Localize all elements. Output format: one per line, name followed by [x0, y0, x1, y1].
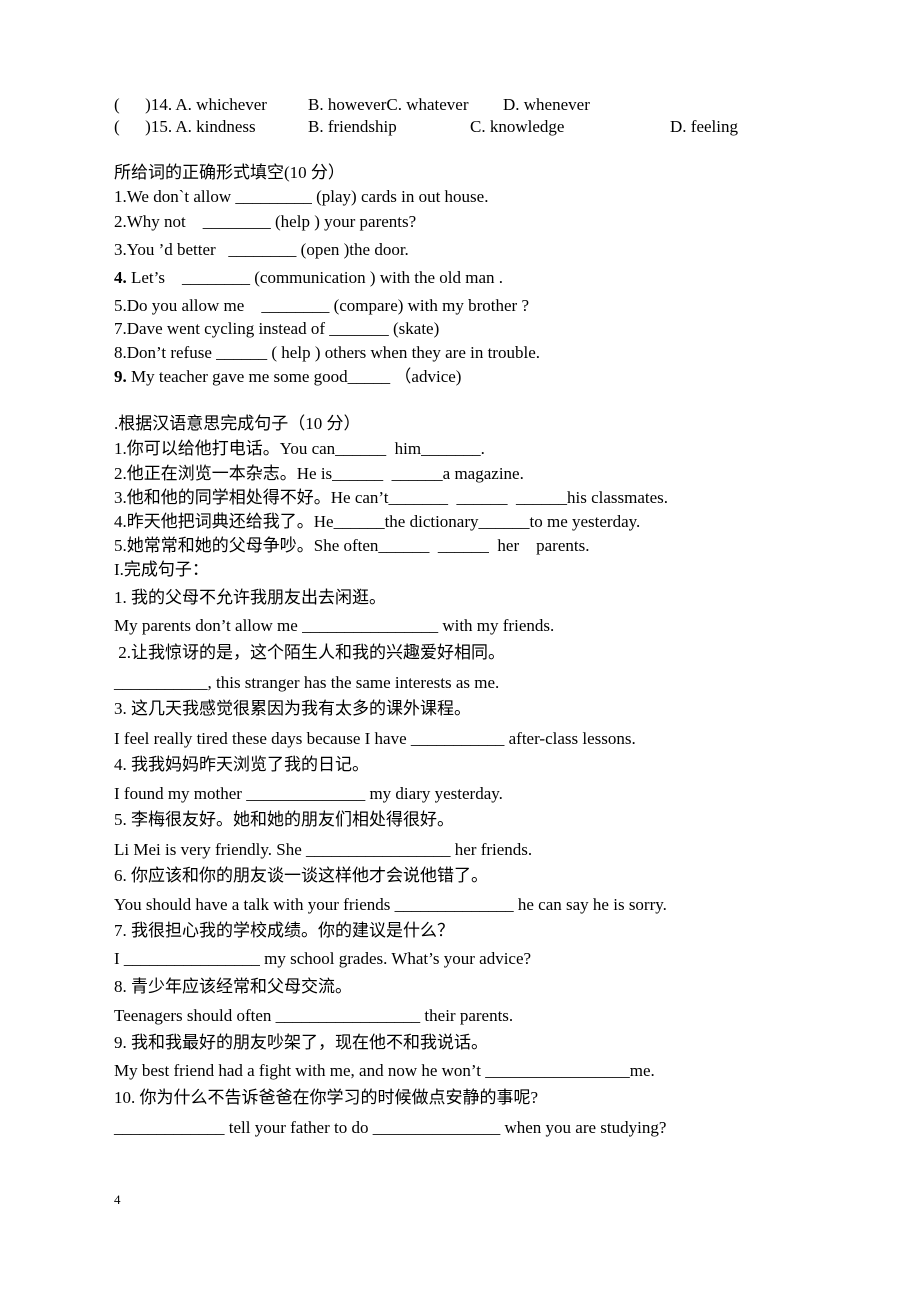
item-text: 2.Why not ________ (help ) your parents?: [114, 212, 417, 231]
item-text: 3.You ’d better ________ (open )the door…: [114, 240, 409, 259]
choice-b: B. friendship: [308, 117, 397, 136]
section2-title: .根据汉语意思完成句子（10 分）: [114, 414, 361, 433]
item-number: 4.: [114, 268, 127, 287]
fill-item: 8.Don’t refuse ______ ( help ) others wh…: [114, 343, 540, 363]
section1-title: 所给词的正确形式填空(10 分）: [114, 163, 345, 182]
item-text: My teacher gave me some good_____ （advic…: [126, 367, 462, 386]
english-sentence: My parents don’t allow me ______________…: [114, 616, 555, 635]
translate-item: 2.他正在浏览一本杂志。He is______ ______a magazine…: [114, 464, 524, 483]
chinese-prompt: 2.让我惊讶的是，这个陌生人和我的兴趣爱好相同。: [114, 643, 505, 662]
translate-item: 1.你可以给他打电话。You can______ him_______.: [114, 439, 485, 458]
choice-c: C. knowledge: [470, 117, 565, 136]
choice-number: ( )14. A. whichever: [114, 95, 267, 114]
item-text: Let’s ________ (communication ) with the…: [126, 268, 504, 287]
translate-item: 4.昨天他把词典还给我了。He______the dictionary_____…: [114, 512, 641, 531]
fill-item: 2.Why not ________ (help ) your parents?: [114, 212, 416, 232]
chinese-prompt: 8. 青少年应该经常和父母交流。: [114, 977, 352, 996]
section3-title: I.完成句子：: [114, 560, 209, 579]
item-number: 9.: [114, 367, 127, 386]
choice-b: B. howeverC. whatever: [308, 95, 469, 114]
english-sentence: Li Mei is very friendly. She ___________…: [114, 840, 533, 859]
translate-item: 3.他和他的同学相处得不好。He can’t_______ ______ ___…: [114, 488, 669, 507]
item-text: 1.We don`t allow _________ (play) cards …: [114, 187, 489, 206]
english-sentence: ___________, this stranger has the same …: [114, 673, 500, 692]
english-sentence: I feel really tired these days because I…: [114, 729, 636, 748]
chinese-prompt: 5. 李梅很友好。她和她的朋友们相处得很好。: [114, 810, 454, 829]
chinese-prompt: 6. 你应该和你的朋友谈一谈这样他才会说他错了。: [114, 866, 488, 885]
chinese-prompt: 1. 我的父母不允许我朋友出去闲逛。: [114, 588, 386, 607]
fill-item: 9. My teacher gave me some good_____ （ad…: [114, 367, 461, 387]
fill-item: 1.We don`t allow _________ (play) cards …: [114, 187, 488, 207]
english-sentence: I found my mother ______________ my diar…: [114, 784, 503, 803]
fill-item: 5.Do you allow me ________ (compare) wit…: [114, 296, 529, 316]
page-number: 4: [114, 1192, 121, 1207]
item-text: 8.Don’t refuse ______ ( help ) others wh…: [114, 343, 540, 362]
item-text: 7.Dave went cycling instead of _______ (…: [114, 319, 440, 338]
item-text: 5.Do you allow me ________ (compare) wit…: [114, 296, 529, 315]
choice-d: D. feeling: [670, 117, 738, 136]
english-sentence: Teenagers should often _________________…: [114, 1006, 514, 1025]
choice-d: D. whenever: [503, 95, 590, 114]
english-sentence: _____________ tell your father to do ___…: [114, 1118, 667, 1137]
fill-item: 7.Dave went cycling instead of _______ (…: [114, 319, 439, 339]
fill-item: 4. Let’s ________ (communication ) with …: [114, 268, 503, 288]
chinese-prompt: 3. 这几天我感觉很累因为我有太多的课外课程。: [114, 699, 471, 718]
english-sentence: My best friend had a fight with me, and …: [114, 1061, 655, 1080]
translate-item: 5.她常常和她的父母争吵。She often______ ______ her …: [114, 536, 590, 555]
chinese-prompt: 7. 我很担心我的学校成绩。你的建议是什么？: [114, 921, 454, 940]
english-sentence: I ________________ my school grades. Wha…: [114, 949, 532, 968]
english-sentence: You should have a talk with your friends…: [114, 895, 667, 914]
chinese-prompt: 4. 我我妈妈昨天浏览了我的日记。: [114, 755, 369, 774]
fill-item: 3.You ’d better ________ (open )the door…: [114, 240, 409, 260]
chinese-prompt: 9. 我和我最好的朋友吵架了，现在他不和我说话。: [114, 1033, 488, 1052]
chinese-prompt: 10. 你为什么不告诉爸爸在你学习的时候做点安静的事呢?: [114, 1088, 539, 1107]
choice-number: ( )15. A. kindness: [114, 117, 256, 136]
